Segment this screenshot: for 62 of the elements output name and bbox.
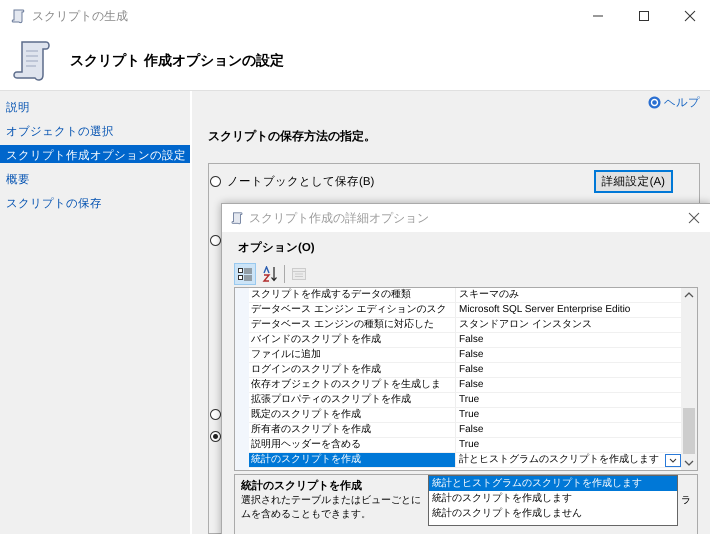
radio-button[interactable] — [210, 430, 221, 442]
property-value[interactable]: True — [456, 438, 681, 452]
sidebar-item[interactable]: 説明 — [0, 97, 190, 115]
property-value[interactable]: True — [456, 408, 681, 422]
property-name[interactable]: データベース エンジンの種類に対応した — [249, 318, 456, 332]
property-name[interactable]: スクリプトを作成するデータの種類 — [249, 288, 456, 302]
description-text: ムを含めることもできます。 — [241, 508, 371, 521]
property-name[interactable]: 既定のスクリプトを作成 — [249, 408, 456, 422]
categorized-icon — [237, 266, 253, 282]
property-name[interactable]: データベース エンジン エディションのスク — [249, 303, 456, 317]
window-title: スクリプトの生成 — [32, 8, 128, 24]
property-name[interactable]: ログインのスクリプトを作成 — [249, 363, 456, 377]
section-heading: スクリプトの保存方法の指定。 — [208, 128, 377, 145]
options-label: オプション(O) — [238, 240, 316, 255]
help-icon — [648, 96, 661, 109]
property-value[interactable]: False — [456, 378, 681, 392]
scroll-icon — [10, 8, 26, 24]
property-name[interactable]: 依存オブジェクトのスクリプトを生成しま — [249, 378, 456, 392]
dropdown-option[interactable]: 統計のスクリプトを作成しません — [429, 506, 677, 521]
sort-icon — [262, 266, 278, 282]
maximize-icon[interactable] — [638, 10, 650, 22]
property-name[interactable]: 説明用ヘッダーを含める — [249, 438, 456, 452]
help-link[interactable]: ヘルプ — [648, 95, 700, 110]
scroll-icon — [230, 211, 244, 225]
property-value[interactable]: False — [456, 423, 681, 437]
property-name[interactable]: バインドのスクリプトを作成 — [249, 333, 456, 347]
property-value[interactable]: Microsoft SQL Server Enterprise Editio — [456, 303, 681, 317]
property-value[interactable]: False — [456, 348, 681, 362]
radio-button[interactable] — [210, 176, 221, 186]
property-value[interactable]: False — [456, 333, 681, 347]
scrollbar[interactable] — [681, 288, 697, 470]
property-name[interactable]: 拡張プロパティのスクリプトを作成 — [249, 393, 456, 407]
dropdown-button[interactable] — [665, 454, 681, 466]
description-text: 選択されたテーブルまたはビューごとに — [241, 494, 421, 507]
property-value[interactable]: 計とヒストグラムのスクリプトを作成します — [456, 453, 665, 467]
description-text: ラ — [681, 494, 691, 507]
property-pages-icon — [291, 266, 307, 282]
radio-button[interactable] — [210, 234, 221, 246]
property-name[interactable]: 統計のスクリプトを作成 — [249, 453, 456, 467]
radio-label: ノートブックとして保存(B) — [227, 174, 374, 188]
dropdown-option[interactable]: 統計のスクリプトを作成します — [429, 491, 677, 506]
dropdown-option[interactable]: 統計とヒストグラムのスクリプトを作成します — [429, 476, 677, 491]
description-title: 統計のスクリプトを作成 — [241, 478, 362, 493]
sidebar-item[interactable]: 概要 — [0, 169, 190, 187]
property-value[interactable]: True — [456, 393, 681, 407]
sidebar-item[interactable]: スクリプト作成オプションの設定 — [0, 145, 190, 163]
scrollbar-thumb[interactable] — [683, 408, 695, 454]
property-value[interactable]: スキーマのみ — [456, 288, 681, 302]
close-icon[interactable] — [684, 10, 696, 22]
close-icon[interactable] — [688, 212, 700, 224]
dialog-title: スクリプト作成の詳細オプション — [249, 210, 429, 226]
property-name[interactable]: ファイルに追加 — [249, 348, 456, 362]
property-value[interactable]: False — [456, 363, 681, 377]
scroll-icon — [12, 39, 52, 83]
categorized-view-button[interactable] — [234, 263, 256, 285]
radio-button[interactable] — [210, 408, 221, 420]
property-name[interactable]: 所有者のスクリプトを作成 — [249, 423, 456, 437]
page-title: スクリプト 作成オプションの設定 — [70, 52, 284, 70]
property-value[interactable]: スタンドアロン インスタンス — [456, 318, 681, 332]
sidebar-item[interactable]: オブジェクトの選択 — [0, 121, 190, 139]
advanced-settings-button[interactable]: 詳細設定(A) — [594, 170, 673, 192]
sidebar-item[interactable]: スクリプトの保存 — [0, 193, 190, 211]
